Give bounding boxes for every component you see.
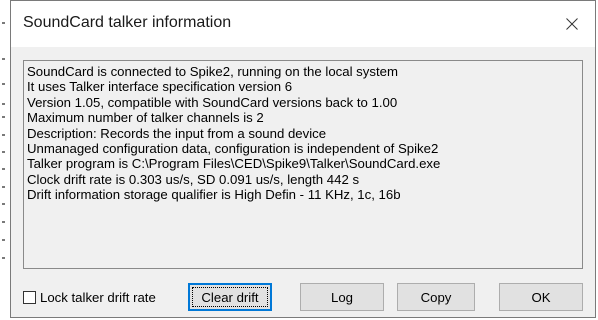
focus-ring bbox=[192, 287, 268, 307]
edge-mark bbox=[2, 103, 5, 105]
info-line: Version 1.05, compatible with SoundCard … bbox=[27, 94, 398, 110]
edge-mark bbox=[2, 186, 5, 188]
info-line: Unmanaged configuration data, configurat… bbox=[27, 141, 439, 157]
ok-button[interactable]: OK bbox=[499, 283, 583, 311]
info-line: SoundCard is connected to Spike2, runnin… bbox=[27, 64, 398, 79]
checkbox-box[interactable] bbox=[23, 290, 36, 304]
info-line: It uses Talker interface specification v… bbox=[27, 79, 293, 95]
edge-mark bbox=[2, 83, 5, 85]
background-window-edge bbox=[0, 0, 10, 320]
close-button[interactable] bbox=[549, 1, 595, 47]
log-label: Log bbox=[330, 289, 353, 305]
talker-info-dialog: SoundCard talker information SoundCard i… bbox=[10, 0, 596, 318]
info-line: Maximum number of talker channels is 2 bbox=[27, 110, 264, 126]
edge-mark bbox=[2, 116, 5, 118]
ok-label: OK bbox=[531, 289, 551, 305]
copy-label: Copy bbox=[420, 289, 452, 305]
copy-button[interactable]: Copy bbox=[397, 283, 475, 311]
edge-mark bbox=[2, 58, 5, 60]
title-bar[interactable]: SoundCard talker information bbox=[11, 1, 595, 47]
edge-mark bbox=[2, 134, 5, 136]
talker-info-text: SoundCard is connected to Spike2, runnin… bbox=[23, 60, 583, 269]
info-line: Description: Records the input from a so… bbox=[27, 125, 327, 141]
clear-drift-button[interactable]: Clear drift bbox=[188, 283, 272, 311]
edge-mark bbox=[2, 221, 5, 223]
screen: SoundCard talker information SoundCard i… bbox=[0, 0, 598, 320]
lock-drift-label[interactable]: Lock talker drift rate bbox=[40, 290, 156, 305]
edge-mark bbox=[2, 151, 5, 153]
info-line: Talker program is C:\Program Files\CED\S… bbox=[27, 156, 441, 172]
edge-mark bbox=[2, 168, 5, 170]
edge-mark bbox=[2, 239, 5, 241]
lock-drift-checkbox[interactable]: Lock talker drift rate bbox=[23, 288, 156, 306]
info-line: Clock drift rate is 0.303 us/s, SD 0.091… bbox=[27, 171, 360, 187]
close-icon bbox=[566, 18, 578, 30]
edge-mark bbox=[2, 22, 5, 24]
edge-mark bbox=[2, 257, 5, 259]
edge-mark bbox=[2, 203, 5, 205]
log-button[interactable]: Log bbox=[300, 283, 384, 311]
dialog-title: SoundCard talker information bbox=[23, 14, 232, 31]
info-line: Drift information storage qualifier is H… bbox=[27, 187, 401, 203]
